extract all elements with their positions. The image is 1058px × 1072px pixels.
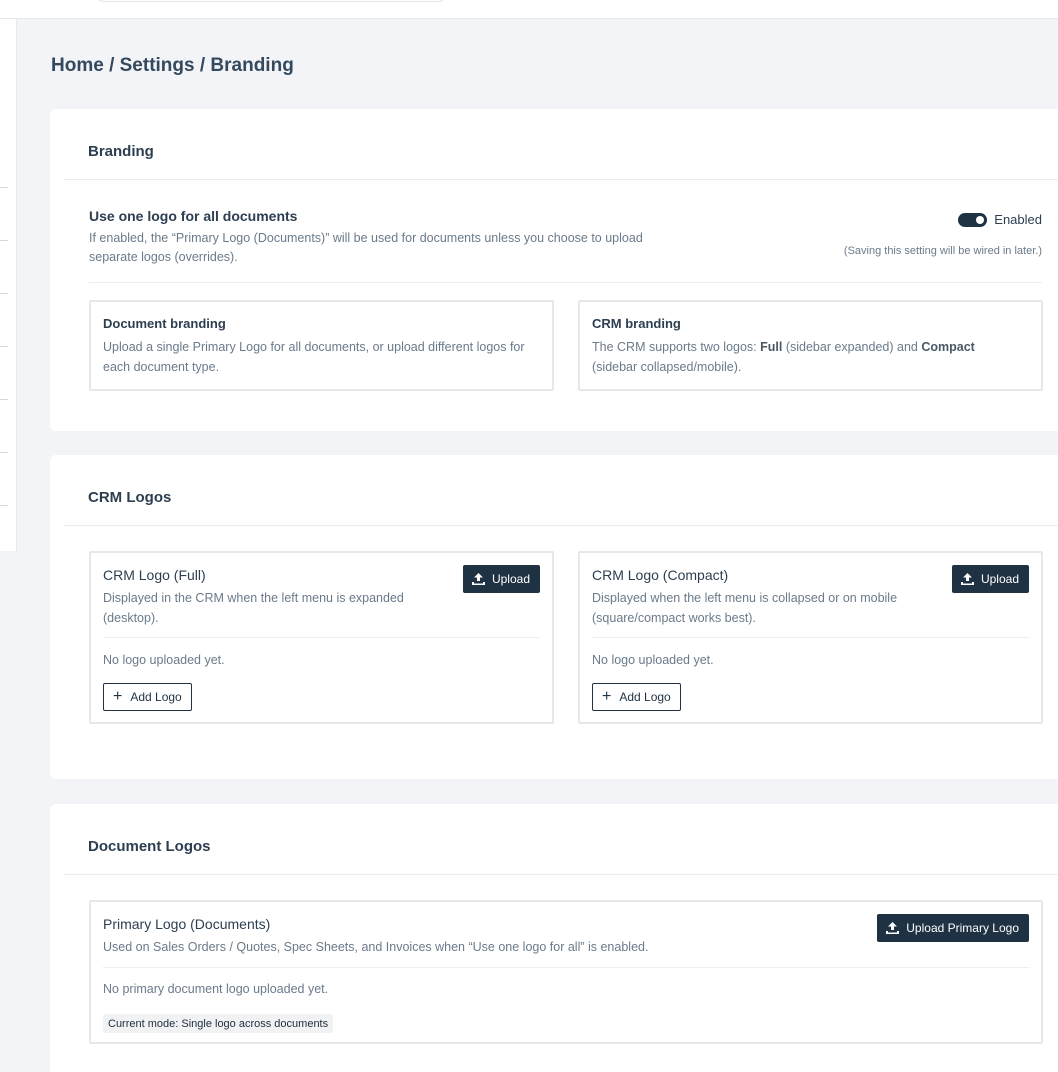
primary-logo-box: Primary Logo (Documents) Used on Sales O… <box>89 900 1043 1044</box>
card-title: CRM Logos <box>88 489 172 506</box>
divider <box>103 967 1029 968</box>
search-input[interactable] <box>96 0 446 2</box>
empty-state-text: No logo uploaded yet. <box>592 653 714 667</box>
card-header: CRM Logos <box>64 455 1058 526</box>
sidebar-divider <box>0 187 8 188</box>
plus-icon: + <box>113 688 123 705</box>
sidebar-divider <box>0 293 8 294</box>
desc-text: (sidebar expanded) and <box>782 340 922 354</box>
upload-icon <box>886 922 900 934</box>
logo-description: Used on Sales Orders / Quotes, Spec Shee… <box>103 940 649 954</box>
add-logo-button[interactable]: + Add Logo <box>103 683 192 711</box>
mode-badge: Current mode: Single logo across documen… <box>103 1014 334 1033</box>
upload-label: Upload <box>491 572 530 586</box>
upload-button[interactable]: Upload <box>951 565 1029 593</box>
setting-note: (Saving this setting will be wired in la… <box>843 245 1042 257</box>
desc-bold-full: Full <box>760 340 783 354</box>
plus-icon: + <box>602 688 612 705</box>
card-title: Document Logos <box>88 838 211 855</box>
crm-logos-card: CRM Logos CRM Logo (Full) Displayed in t… <box>50 455 1058 779</box>
add-logo-label: Add Logo <box>130 690 182 704</box>
box-description: Upload a single Primary Logo for all doc… <box>103 340 525 374</box>
crm-logo-full-box: CRM Logo (Full) Displayed in the CRM whe… <box>89 551 554 724</box>
desc-text: The CRM supports two logos: <box>592 340 761 354</box>
logo-title: CRM Logo (Compact) <box>592 567 729 583</box>
box-title: CRM branding <box>592 316 681 331</box>
upload-primary-logo-button[interactable]: Upload Primary Logo <box>877 914 1029 942</box>
breadcrumb: Home / Settings / Branding <box>51 55 294 76</box>
logo-description: Displayed when the left menu is collapse… <box>592 591 898 625</box>
upload-label: Upload <box>980 572 1019 586</box>
enabled-toggle-wrap: Enabled <box>958 212 1042 227</box>
sidebar-divider <box>0 346 8 347</box>
sidebar <box>0 19 17 551</box>
branding-card: Branding Use one logo for all documents … <box>50 109 1058 431</box>
divider <box>103 637 540 638</box>
desc-bold-compact: Compact <box>921 340 975 354</box>
upload-button[interactable]: Upload <box>462 565 540 593</box>
setting-title: Use one logo for all documents <box>89 208 298 224</box>
upload-label: Upload Primary Logo <box>906 921 1019 935</box>
top-bar <box>0 0 1058 19</box>
toggle-knob <box>976 215 985 224</box>
sidebar-divider <box>0 240 8 241</box>
sidebar-divider <box>0 399 8 400</box>
desc-text: (sidebar collapsed/mobile). <box>592 359 742 374</box>
upload-icon <box>960 573 974 585</box>
card-title: Branding <box>88 143 154 160</box>
divider <box>592 637 1029 638</box>
logo-title: CRM Logo (Full) <box>103 567 206 583</box>
setting-description: If enabled, the “Primary Logo (Documents… <box>89 231 643 264</box>
crm-logo-compact-box: CRM Logo (Compact) Displayed when the le… <box>578 551 1043 724</box>
empty-state-text: No logo uploaded yet. <box>103 653 225 667</box>
use-one-logo-setting: Use one logo for all documents If enable… <box>89 208 1042 283</box>
add-logo-label: Add Logo <box>619 690 671 704</box>
crm-branding-box: CRM branding The CRM supports two logos:… <box>578 300 1043 391</box>
enabled-toggle[interactable] <box>958 212 988 227</box>
card-header: Document Logos <box>64 804 1058 875</box>
logo-description: Displayed in the CRM when the left menu … <box>103 591 404 625</box>
sidebar-divider <box>0 505 8 506</box>
box-description: The CRM supports two logos: Full (sideba… <box>592 338 1012 377</box>
toggle-label: Enabled <box>994 212 1042 227</box>
box-title: Document branding <box>103 316 226 331</box>
logo-title: Primary Logo (Documents) <box>103 916 271 932</box>
document-branding-box: Document branding Upload a single Primar… <box>89 300 554 391</box>
sidebar-divider <box>0 452 8 453</box>
card-header: Branding <box>64 109 1058 180</box>
empty-state-text: No primary document logo uploaded yet. <box>103 982 329 996</box>
upload-icon <box>471 573 485 585</box>
add-logo-button[interactable]: + Add Logo <box>592 683 681 711</box>
document-logos-card: Document Logos Primary Logo (Documents) … <box>50 804 1058 1072</box>
